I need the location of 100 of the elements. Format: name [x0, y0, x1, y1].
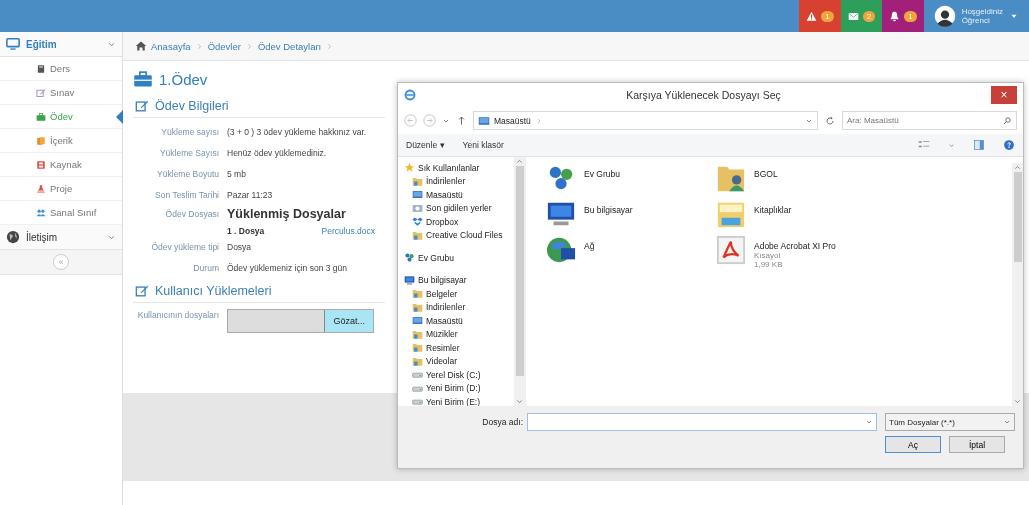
- pdf-shortcut-icon: [716, 235, 746, 265]
- file-item[interactable]: BGOL: [716, 163, 1012, 199]
- tree-item[interactable]: Yerel Disk (C:): [412, 368, 514, 382]
- toolbar-button[interactable]: Yeni klasör: [462, 140, 504, 150]
- field-label: Dosya adı:: [482, 417, 523, 427]
- tree-item[interactable]: Videolar: [412, 354, 514, 368]
- file-index: 1 . Dosya: [227, 226, 265, 236]
- drive-icon: [412, 369, 423, 381]
- field-label: Yükleme Boyutu: [156, 168, 219, 179]
- refresh-icon: [824, 114, 836, 127]
- scroll-up-icon: [1013, 163, 1022, 172]
- field-value: Ödev yüklemeniz için son 3 gün: [227, 262, 347, 273]
- home-icon: [135, 40, 147, 52]
- files-icon: [36, 135, 46, 146]
- tree-item[interactable]: Masaüstü: [412, 314, 514, 328]
- toolbar-button[interactable]: Düzenle ▾: [406, 140, 445, 150]
- envelope-icon: [847, 10, 859, 22]
- up-arrow-icon: [456, 115, 467, 126]
- close-button[interactable]: ×: [991, 86, 1017, 104]
- file-item[interactable]: Kitaplıklar: [716, 199, 1012, 235]
- tree-item[interactable]: Belgeler: [412, 287, 514, 301]
- tree-item[interactable]: İndirilenler: [412, 174, 514, 188]
- field-label: Ödev Dosyası: [164, 208, 219, 219]
- cancel-button[interactable]: İptal: [949, 436, 1005, 453]
- browse-button[interactable]: Gözat...: [324, 310, 373, 332]
- field-label: Son Teslim Tarihi: [154, 189, 219, 200]
- briefcase-icon: [36, 111, 46, 122]
- browser-icon: [404, 89, 416, 101]
- field-label: Yükleme Sayısı: [158, 147, 219, 158]
- desktop-icon: [478, 114, 490, 127]
- recent-places-icon: [412, 202, 423, 214]
- breadcrumb-link[interactable]: Ödev Detayları: [257, 40, 322, 52]
- notification-count: 1: [904, 10, 917, 22]
- breadcrumb-link[interactable]: Anasayfa: [151, 40, 191, 52]
- field-value: (3 + 0 ) 3 ödev yükleme hakkınız var.: [227, 126, 367, 137]
- scroll-up-icon: [515, 157, 524, 166]
- folder-icon: [412, 355, 423, 367]
- homegroup-icon: [404, 252, 415, 264]
- bell-icon: [889, 10, 901, 22]
- flask-icon: [36, 183, 46, 194]
- tree-item[interactable]: Resimler: [412, 341, 514, 355]
- field-value: Henüz ödev yüklemediniz.: [227, 147, 327, 158]
- file-input-field[interactable]: Gözat...: [227, 309, 374, 333]
- monitor-icon: [6, 37, 20, 51]
- tree-item[interactable]: Ev Grubu: [404, 251, 514, 265]
- edit-icon: [135, 284, 149, 298]
- computer-icon: [404, 274, 415, 286]
- star-icon: [404, 162, 415, 174]
- file-link[interactable]: Perculus.docx: [321, 226, 375, 236]
- file-item[interactable]: Ev Grubu: [546, 163, 716, 199]
- scrollbar-thumb[interactable]: [1013, 172, 1022, 262]
- open-button[interactable]: Aç: [885, 436, 941, 453]
- field-label: Ödev yükleme tipi: [150, 241, 219, 252]
- address-bar[interactable]: Masaüstü: [473, 111, 818, 130]
- folder-icon: [412, 175, 423, 187]
- tree-item[interactable]: Masaüstü: [412, 188, 514, 202]
- file-item[interactable]: Bu bilgisayar: [546, 199, 716, 235]
- file-item[interactable]: Ağ: [546, 235, 716, 271]
- scrollbar-thumb[interactable]: [515, 166, 524, 376]
- field-label: Durum: [192, 262, 219, 273]
- field-label: Yükleme sayısı: [160, 126, 219, 137]
- section-title: Ödev Bilgileri: [155, 99, 229, 113]
- tree-item[interactable]: Yeni Birim (D:): [412, 381, 514, 395]
- folder-icon: [412, 229, 423, 241]
- drive-icon: [412, 396, 423, 406]
- film-icon: [36, 159, 46, 170]
- field-value: Dosya: [227, 241, 252, 252]
- dialog-title: Karşıya Yüklenecek Dosyayı Seç: [625, 89, 782, 101]
- chevron-icon: [325, 41, 335, 51]
- tree-item[interactable]: Bu bilgisayar: [404, 273, 514, 287]
- desktop-icon: [412, 189, 423, 201]
- tree-item[interactable]: Sık Kullanılanlar: [404, 161, 514, 175]
- help-icon: [1003, 139, 1015, 151]
- tree-item[interactable]: Son gidilen yerler: [412, 201, 514, 215]
- sidebar-group[interactable]: Eğitim: [0, 32, 122, 57]
- folder-icon: [412, 288, 423, 300]
- folder-icon: [412, 328, 423, 340]
- folder-icon: [412, 301, 423, 313]
- notification-count: 2: [862, 10, 876, 22]
- folder-icon: [412, 342, 423, 354]
- edit-icon: [36, 87, 46, 98]
- tree-item[interactable]: Yeni Birim (E:): [412, 395, 514, 406]
- book-icon: [36, 63, 46, 74]
- sidebar-group[interactable]: İletişim: [0, 225, 122, 250]
- network-icon: [546, 235, 576, 265]
- globe-icon: [6, 230, 20, 244]
- desktop-icon: [412, 315, 423, 327]
- briefcase-icon: [133, 69, 153, 89]
- field-label: Kullanıcının dosyaları: [136, 309, 219, 322]
- caret-icon: [948, 141, 955, 149]
- breadcrumb-link[interactable]: Ödevler: [207, 40, 241, 52]
- section-title: Kullanıcı Yüklemeleri: [155, 284, 272, 298]
- file-type-dropdown[interactable]: Tüm Dosyalar (*.*): [885, 413, 1015, 431]
- file-item[interactable]: Adobe Acrobat XI Pro Kısayol 1,99 KB: [716, 235, 1012, 271]
- tree-item[interactable]: Müzikler: [412, 327, 514, 341]
- tree-item[interactable]: İndirilenler: [412, 300, 514, 314]
- tree-item[interactable]: Creative Cloud Files: [412, 228, 514, 242]
- field-value: Pazar 11:23: [227, 189, 273, 200]
- field-value: 5 mb: [227, 168, 246, 179]
- tree-item[interactable]: Dropbox: [412, 215, 514, 229]
